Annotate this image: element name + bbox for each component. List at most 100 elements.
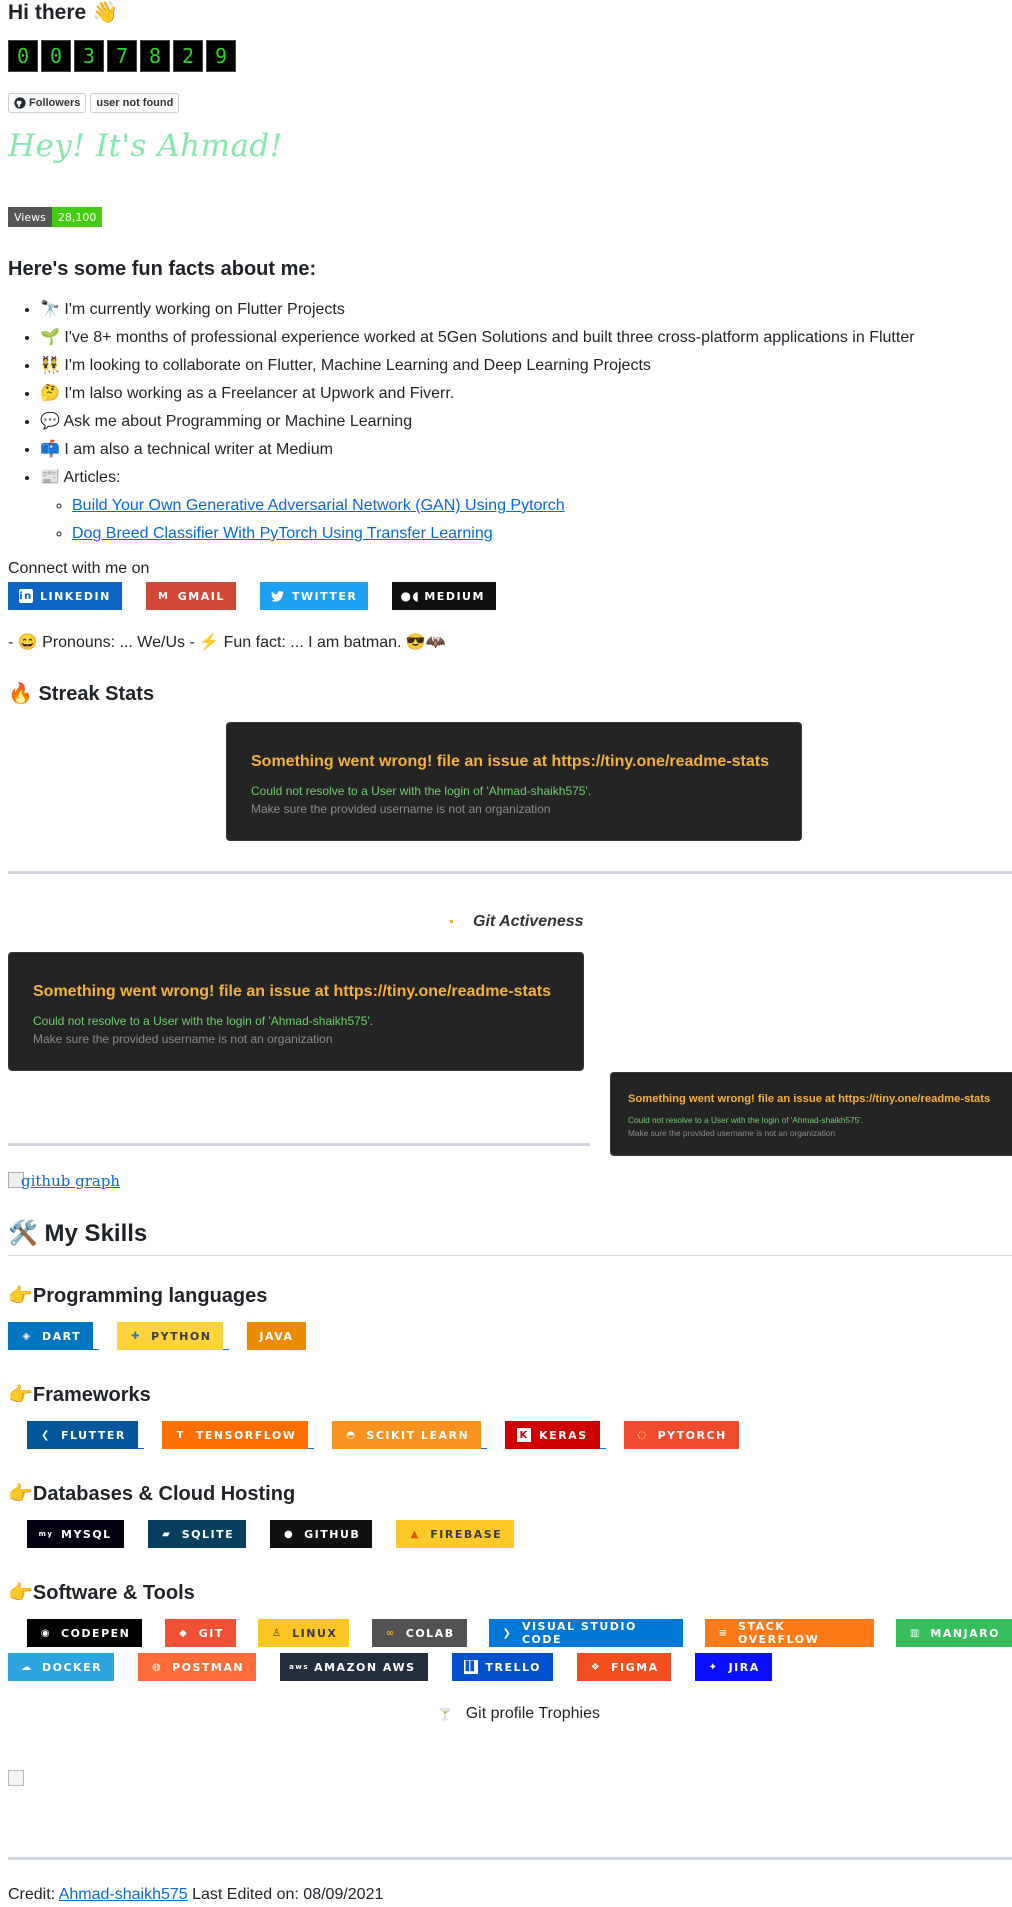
greeting-heading: Hi there 👋 [8, 1, 119, 24]
list-item: 📰 Articles: Build Your Own Generative Ad… [40, 464, 915, 548]
divider [8, 1255, 1012, 1256]
linux-icon: ♙ [271, 1627, 283, 1639]
list-item: 🌱 I've 8+ months of professional experie… [40, 324, 915, 352]
python-badge[interactable]: ✚ PYTHON [117, 1322, 224, 1350]
software-tools-heading: 👉Software & Tools [8, 1582, 195, 1604]
jira-badge[interactable]: ✦ JIRA [694, 1653, 772, 1681]
gmail-button[interactable]: M GMAIL [145, 582, 236, 610]
counter-digit: 8 [140, 40, 170, 72]
footer-credit: Credit: Ahmad-shaikh575 Last Edited on: … [8, 1886, 383, 1904]
article-link-gan[interactable]: Build Your Own Generative Adversarial Ne… [72, 497, 565, 514]
codepen-badge[interactable]: ◉ CODEPEN [27, 1619, 143, 1647]
trophy-icon: 🍸 [438, 1709, 452, 1721]
connect-label: Connect with me on [8, 560, 150, 577]
error-title: Something went wrong! file an issue at h… [251, 753, 769, 770]
figma-badge[interactable]: ❖ FIGMA [576, 1653, 671, 1681]
manjaro-badge[interactable]: ▥ MANJARO [896, 1619, 1012, 1647]
tensorflow-icon: T [176, 1429, 185, 1441]
social-buttons: in LINKEDIN M GMAIL TWITTER ●◖ MEDIUM [8, 582, 520, 610]
trophies-label: Git profile Trophies [465, 1705, 600, 1722]
git-badge[interactable]: ◆ GIT [164, 1619, 236, 1647]
github-graph-image[interactable]: github graph [8, 1172, 120, 1190]
vscode-badge[interactable]: ❯ VISUAL STUDIO CODE [488, 1619, 683, 1647]
broken-image-icon [8, 1770, 24, 1786]
twitter-button[interactable]: TWITTER [259, 582, 369, 610]
databases-heading: 👉Databases & Cloud Hosting [8, 1483, 296, 1505]
counter-digit: 2 [173, 40, 203, 72]
postman-badge[interactable]: ◍ POSTMAN [138, 1653, 257, 1681]
github-badge[interactable]: ● GITHUB [270, 1520, 373, 1548]
git-icon: ◆ [179, 1627, 189, 1639]
medium-icon: ●◖ [400, 589, 421, 603]
pytorch-badge[interactable]: ◌ PYTORCH [623, 1421, 739, 1449]
error-hint: Make sure the provided username is not a… [628, 1128, 836, 1138]
error-hint: Make sure the provided username is not a… [251, 802, 551, 816]
badge-label: DOCKER [42, 1660, 103, 1674]
tensorflow-badge[interactable]: T TENSORFLOW [161, 1421, 309, 1449]
medium-button[interactable]: ●◖ MEDIUM [392, 582, 496, 610]
linux-badge[interactable]: ♙ LINUX [258, 1619, 350, 1647]
counter-digit: 0 [41, 40, 71, 72]
mysql-icon: my [38, 1530, 54, 1538]
github-graph-link[interactable]: github graph [21, 1172, 120, 1190]
dart-badge[interactable]: ◈ DART [8, 1322, 94, 1350]
github-follow-badge[interactable]: Followers user not found [8, 93, 180, 113]
scikit-learn-icon: ◓ [346, 1429, 357, 1441]
colab-badge[interactable]: ∞ COLAB [371, 1619, 467, 1647]
link-underline [137, 1448, 144, 1449]
aws-badge[interactable]: aws AMAZON AWS [280, 1653, 428, 1681]
medium-label: MEDIUM [424, 589, 485, 603]
broken-image-icon [450, 920, 453, 924]
followers-badge[interactable]: Followers [8, 93, 87, 113]
articles-label: 📰 Articles: [40, 469, 121, 486]
frameworks-badges: ❮ FLUTTER T TENSORFLOW ◓ SCIKIT LEARN K KERA… [27, 1421, 739, 1449]
scikit-learn-badge[interactable]: ◓ SCIKIT LEARN [332, 1421, 482, 1449]
streak-stats-heading: 🔥 Streak Stats [8, 683, 155, 705]
flutter-badge[interactable]: ❮ FLUTTER [27, 1421, 138, 1449]
stackoverflow-badge[interactable]: ≡ STACK OVERFLOW [705, 1619, 875, 1647]
badge-label: LINUX [292, 1626, 338, 1640]
docker-icon: ☁ [21, 1661, 33, 1673]
mysql-badge[interactable]: my MYSQL [27, 1520, 124, 1548]
trophies-heading: 🍸 Git profile Trophies [438, 1705, 600, 1723]
pronouns-text: - 😄 Pronouns: ... We/Us - ⚡ Fun fact: ..… [8, 634, 446, 651]
languages-badges: ◈ DART ✚ PYTHON JAVA [8, 1322, 306, 1350]
counter-digit: 7 [107, 40, 137, 72]
firebase-badge[interactable]: ▲ FIREBASE [396, 1520, 515, 1548]
error-message: Could not resolve to a User with the log… [33, 1014, 374, 1028]
hey-banner: Hey! It's Ahmad! [8, 128, 283, 164]
list-item: 🔭 I'm currently working on Flutter Proje… [40, 296, 915, 324]
link-underline [481, 1448, 488, 1449]
articles-list: Build Your Own Generative Adversarial Ne… [40, 492, 915, 548]
link-underline [93, 1349, 100, 1350]
badge-label: KERAS [539, 1428, 588, 1442]
my-skills-heading: 🛠️ My Skills [8, 1220, 148, 1247]
badge-label: PYTHON [151, 1329, 212, 1343]
article-link-dog-breed[interactable]: Dog Breed Classifier With PyTorch Using … [72, 525, 493, 542]
java-badge[interactable]: JAVA [247, 1322, 306, 1350]
badge-label: AMAZON AWS [314, 1660, 416, 1674]
tools-badges-row-1: ◉ CODEPEN ◆ GIT ♙ LINUX ∞ COLAB ❯ VISUAL STUD… [27, 1619, 1012, 1647]
badge-label: GITHUB [304, 1527, 361, 1541]
author-link[interactable]: Ahmad-shaikh575 [59, 1886, 188, 1903]
docker-badge[interactable]: ☁ DOCKER [8, 1653, 115, 1681]
followers-label: Followers [29, 97, 81, 109]
badge-label: VISUAL STUDIO CODE [521, 1620, 637, 1646]
list-item: 👯 I'm looking to collaborate on Flutter,… [40, 352, 915, 380]
badge-label: SQLITE [181, 1527, 235, 1541]
keras-badge[interactable]: K KERAS [505, 1421, 600, 1449]
gmail-icon: M [158, 590, 170, 602]
streak-stats-error-card: Something went wrong! file an issue at h… [226, 722, 802, 841]
error-title: Something went wrong! file an issue at h… [33, 983, 551, 1000]
github-icon [14, 97, 26, 109]
trello-badge[interactable]: ▐▌ TRELLO [451, 1653, 553, 1681]
last-edited-text: Last Edited on: 08/09/2021 [192, 1886, 384, 1903]
badge-label: SCIKIT LEARN [366, 1428, 470, 1442]
list-item: Dog Breed Classifier With PyTorch Using … [72, 520, 915, 548]
top-languages-error-card: Something went wrong! file an issue at h… [610, 1072, 1012, 1156]
databases-badges: my MYSQL ▰ SQLITE ● GITHUB ▲ FIREBASE [27, 1520, 515, 1548]
counter-digit: 3 [74, 40, 104, 72]
sqlite-badge[interactable]: ▰ SQLITE [147, 1520, 247, 1548]
linkedin-button[interactable]: in LINKEDIN [8, 582, 122, 610]
badge-label: PYTORCH [657, 1428, 727, 1442]
